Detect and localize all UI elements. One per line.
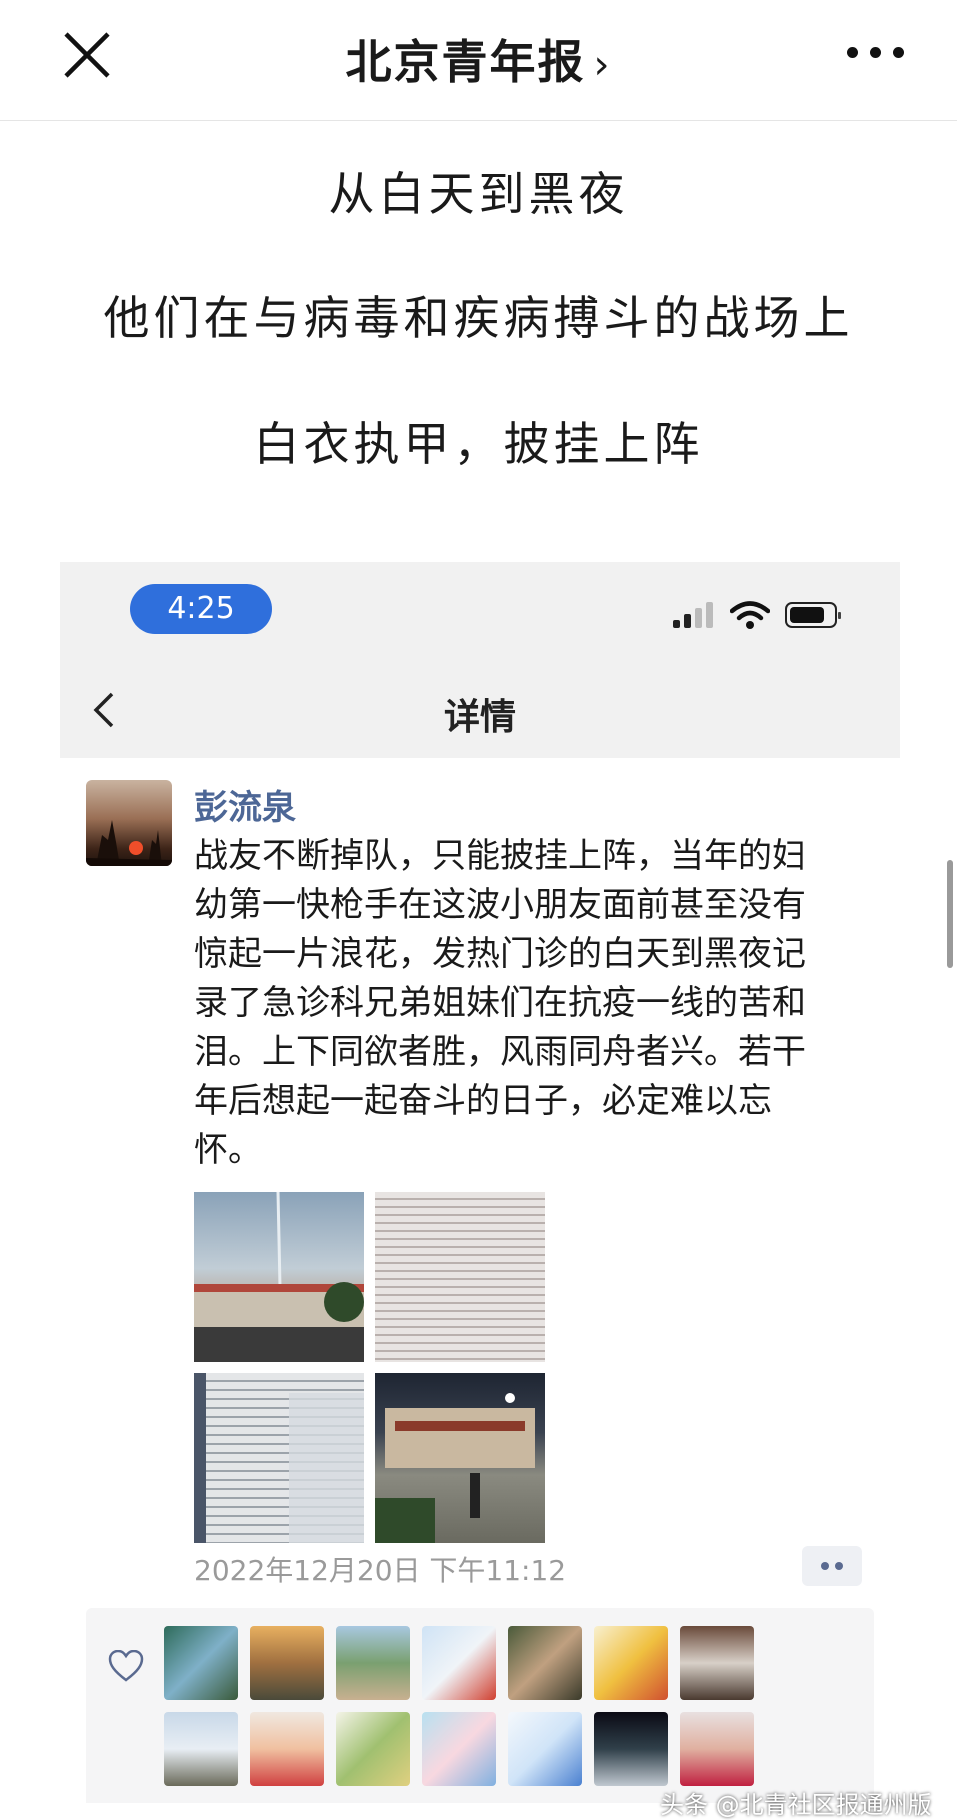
caption-line-1: 从白天到黑夜 — [328, 167, 629, 221]
post-photo[interactable] — [375, 1373, 545, 1543]
liker-avatar[interactable] — [680, 1712, 754, 1786]
post-photo[interactable] — [375, 1192, 545, 1362]
post-timestamp: 2022年12月20日 下午11:12 — [194, 1554, 567, 1587]
liker-avatar[interactable] — [508, 1626, 582, 1700]
post-text-line: 泪。上下同欲者胜，风雨同舟者兴。若干 — [194, 1032, 806, 1072]
caption-line-2: 他们在与病毒和疾病搏斗的战场上 — [103, 291, 854, 345]
post-photo[interactable] — [194, 1373, 364, 1543]
top-nav-bar: 北京青年报 › — [0, 0, 957, 121]
status-time: 4:25 — [130, 584, 272, 634]
post-text-line: 战友不断掉队，只能披挂上阵，当年的妇 — [194, 836, 806, 876]
post-text-line: 怀。 — [194, 1130, 262, 1170]
battery-icon — [785, 602, 841, 628]
signal-icon — [673, 602, 717, 628]
screenshot-header: 4:25 详情 — [60, 562, 900, 758]
likes-panel — [86, 1608, 874, 1803]
liker-avatar[interactable] — [164, 1712, 238, 1786]
scrollbar[interactable] — [947, 860, 953, 968]
author-avatar[interactable] — [86, 780, 172, 866]
more-icon[interactable] — [847, 42, 905, 62]
author-name[interactable]: 彭流泉 — [194, 780, 296, 829]
post-text-line: 惊起一片浪花，发热门诊的白天到黑夜记 — [194, 934, 806, 974]
liker-avatar[interactable] — [164, 1626, 238, 1700]
caption-line-3: 白衣执甲，披挂上阵 — [253, 417, 704, 471]
comment-menu-button[interactable] — [802, 1546, 862, 1586]
wifi-icon — [730, 601, 770, 629]
liker-avatar[interactable] — [508, 1712, 582, 1786]
liker-avatar[interactable] — [680, 1626, 754, 1700]
detail-page-title: 详情 — [443, 697, 516, 738]
post-text-line: 年后想起一起奋斗的日子，必定难以忘 — [194, 1081, 772, 1121]
post-text: 战友不断掉队，只能披挂上阵，当年的妇 幼第一快枪手在这波小朋友面前甚至没有 惊起… — [194, 832, 874, 1175]
embedded-screenshot: 4:25 详情 彭流泉 战友不断掉队，只能披挂上阵，当年的妇 幼第一快枪手在这波… — [60, 562, 900, 1803]
heart-icon — [108, 1650, 144, 1682]
account-title[interactable]: 北京青年报 › — [0, 26, 957, 92]
account-name[interactable]: 北京青年报 — [346, 35, 586, 89]
liker-avatar[interactable] — [594, 1712, 668, 1786]
liker-avatar[interactable] — [422, 1626, 496, 1700]
chevron-right-icon: › — [593, 42, 612, 88]
liker-avatar[interactable] — [336, 1712, 410, 1786]
liker-avatar[interactable] — [422, 1712, 496, 1786]
liker-avatar[interactable] — [594, 1626, 668, 1700]
post-photo[interactable] — [194, 1192, 364, 1362]
liker-avatar[interactable] — [250, 1626, 324, 1700]
liker-avatar[interactable] — [250, 1712, 324, 1786]
post-text-line: 幼第一快枪手在这波小朋友面前甚至没有 — [194, 885, 806, 925]
post-text-line: 录了急诊科兄弟姐妹们在抗疫一线的苦和 — [194, 983, 806, 1023]
liker-avatar[interactable] — [336, 1626, 410, 1700]
